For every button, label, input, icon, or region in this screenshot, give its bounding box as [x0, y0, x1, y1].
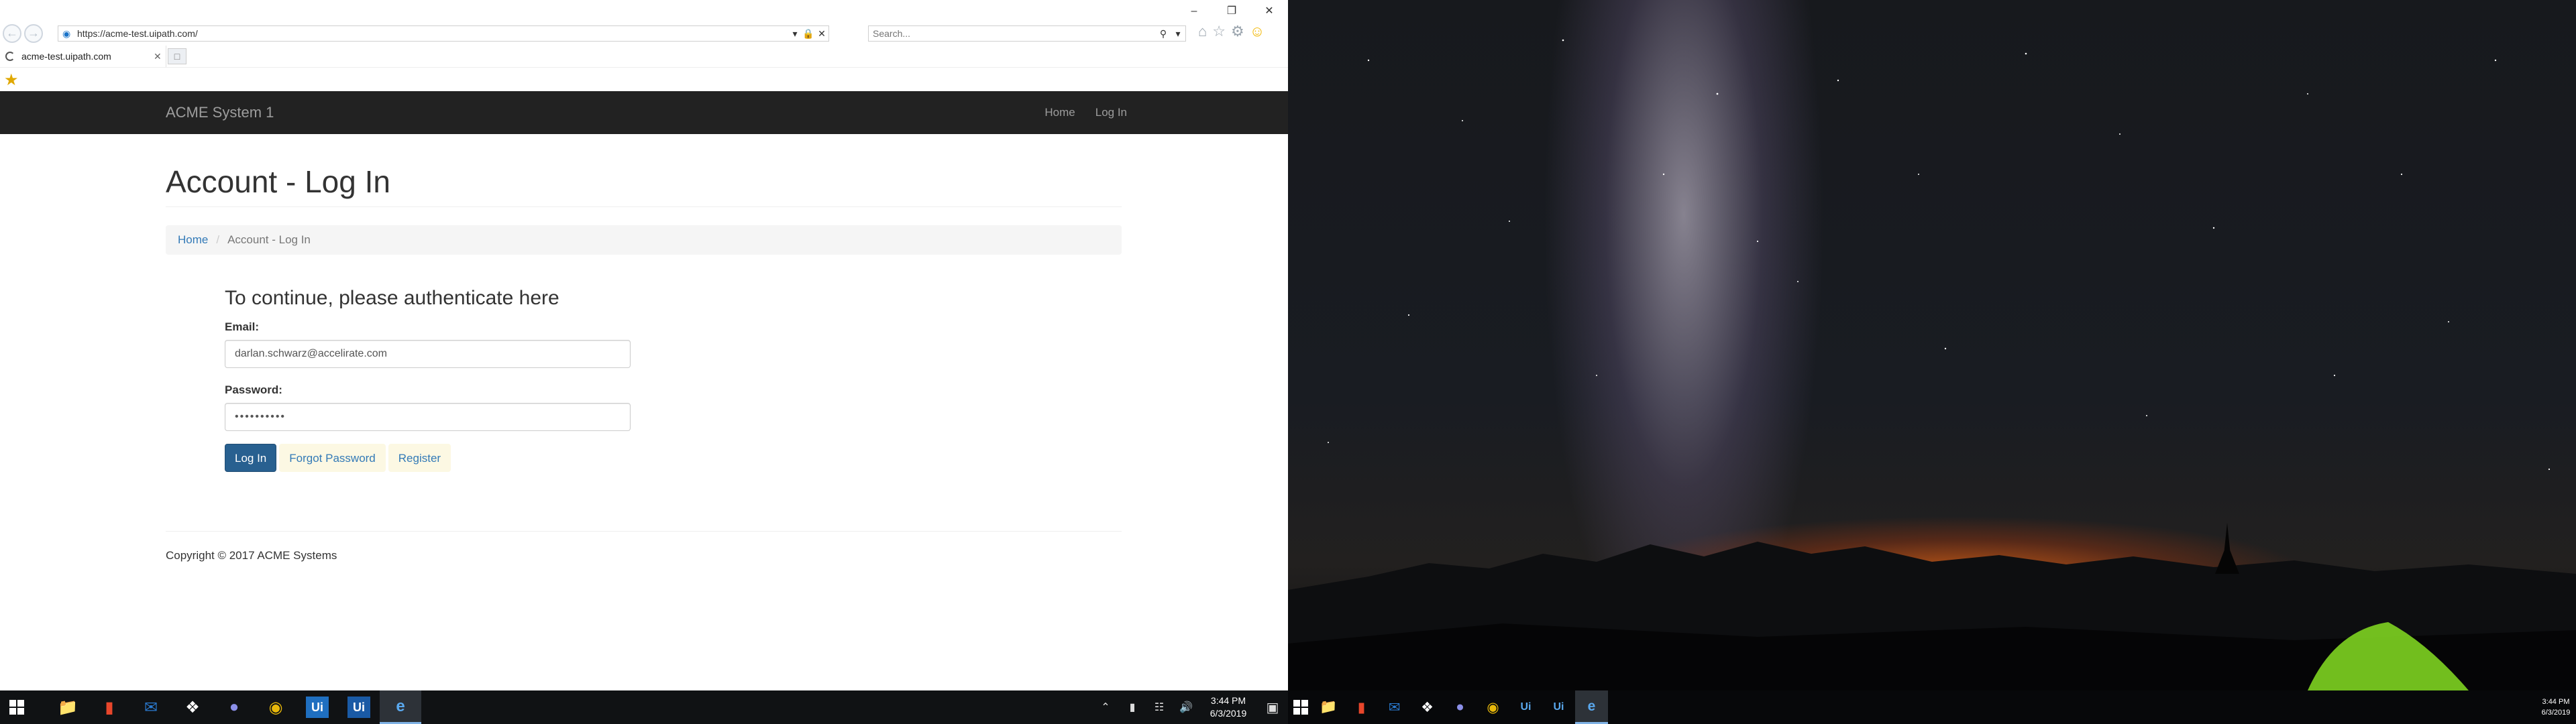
- home-icon[interactable]: ⌂: [1198, 23, 1207, 40]
- dropbox-icon[interactable]: ❖: [1411, 690, 1444, 724]
- favorites-star-icon[interactable]: ☆: [1212, 23, 1226, 40]
- browser-nav: ← →: [3, 24, 43, 43]
- action-center-icon[interactable]: ▣: [1257, 699, 1288, 716]
- loading-spinner-icon: [5, 52, 15, 61]
- tab-title: acme-test.uipath.com: [21, 51, 111, 62]
- taskbar-left: 📁 ▮ ✉ ❖ ● ◉ Ui Ui e ⌃ ▮ ☷ 🔊 3:44 PM 6/3/…: [0, 690, 1288, 724]
- back-arrow-icon[interactable]: ←: [3, 24, 21, 43]
- stop-icon[interactable]: ✕: [815, 28, 828, 40]
- volume-icon[interactable]: 🔊: [1173, 701, 1199, 714]
- lock-icon[interactable]: 🔒: [802, 28, 815, 40]
- nav-login-link[interactable]: Log In: [1095, 91, 1127, 134]
- add-favorite-star-icon[interactable]: ★: [4, 70, 19, 90]
- breadcrumb-home-link[interactable]: Home: [178, 233, 208, 247]
- wallpaper-stars: [1328, 39, 2551, 471]
- chrome-icon[interactable]: ◉: [1477, 690, 1509, 724]
- outlook-icon[interactable]: ✉: [1378, 690, 1411, 724]
- search-icon[interactable]: ⚲: [1156, 28, 1171, 40]
- uipath-robot-icon[interactable]: Ui: [347, 697, 370, 718]
- outlook-icon[interactable]: ✉: [130, 690, 172, 724]
- dropbox-icon[interactable]: ❖: [172, 690, 213, 724]
- favorites-bar: ★: [0, 67, 1288, 91]
- taskbar-pinned-apps: 📁 ▮ ✉ ❖ ● ◉ Ui Ui e: [1312, 690, 1608, 724]
- heading-divider: [166, 206, 1122, 207]
- login-form-buttons: Log In Forgot Password Register: [225, 444, 451, 472]
- address-bar[interactable]: ◉ https://acme-test.uipath.com/ ▾ 🔒 ✕: [58, 25, 829, 42]
- windows-start-icon[interactable]: [1293, 700, 1308, 715]
- forward-arrow-icon[interactable]: →: [24, 24, 43, 43]
- taskbar-clock[interactable]: 3:44 PM 6/3/2019: [2536, 697, 2576, 718]
- file-explorer-icon[interactable]: 📁: [1312, 690, 1345, 724]
- right-monitor-desktop: 📁 ▮ ✉ ❖ ● ◉ Ui Ui e 3:44 PM 6/3/2019: [1288, 0, 2576, 724]
- search-box[interactable]: ⚲ ▾: [868, 25, 1186, 42]
- breadcrumb-separator: /: [216, 233, 220, 246]
- login-button[interactable]: Log In: [225, 444, 277, 472]
- password-field[interactable]: [225, 403, 631, 431]
- wallpaper-landscape: [1288, 39, 2576, 724]
- web-page: ACME System 1 Home Log In Account - Log …: [0, 91, 1288, 690]
- system-tray: ⌃ ▮ ☷ 🔊 3:44 PM 6/3/2019 ▣: [1092, 690, 1288, 724]
- site-navbar: ACME System 1 Home Log In: [0, 91, 1288, 134]
- page-title: Account - Log In: [166, 164, 390, 199]
- breadcrumb: Home / Account - Log In: [166, 225, 1122, 255]
- taskbar-right: 📁 ▮ ✉ ❖ ● ◉ Ui Ui e 3:44 PM 6/3/2019: [1288, 690, 2576, 724]
- internet-explorer-icon[interactable]: e: [1575, 690, 1608, 724]
- nav-home-link[interactable]: Home: [1044, 91, 1075, 134]
- breadcrumb-current: Account - Log In: [227, 233, 311, 246]
- teams-icon[interactable]: ●: [1444, 690, 1477, 724]
- clock-date: 6/3/2019: [1210, 708, 1247, 719]
- page-favicon-icon: ◉: [62, 28, 71, 39]
- battery-icon[interactable]: ▮: [1119, 701, 1146, 714]
- browser-toolbar: ← → ◉ https://acme-test.uipath.com/ ▾ 🔒 …: [0, 0, 1288, 67]
- show-hidden-icons-chevron-icon[interactable]: ⌃: [1092, 701, 1119, 714]
- internet-explorer-icon[interactable]: e: [380, 690, 421, 724]
- wallpaper-pine-tree: [2215, 523, 2239, 574]
- tab-acme[interactable]: acme-test.uipath.com ✕: [0, 46, 166, 67]
- register-button[interactable]: Register: [388, 444, 451, 472]
- left-monitor: ← → ◉ https://acme-test.uipath.com/ ▾ 🔒 …: [0, 0, 1288, 724]
- system-tray: 3:44 PM 6/3/2019: [2536, 690, 2576, 724]
- minimize-icon[interactable]: –: [1175, 0, 1213, 23]
- tab-close-icon[interactable]: ✕: [154, 51, 166, 62]
- site-nav-links: Home Log In: [1044, 91, 1127, 134]
- tab-strip: acme-test.uipath.com ✕ □: [0, 46, 1288, 67]
- login-form-title: To continue, please authenticate here: [225, 287, 559, 309]
- office-icon[interactable]: ▮: [89, 690, 130, 724]
- taskbar-clock[interactable]: 3:44 PM 6/3/2019: [1199, 695, 1257, 720]
- uipath-studio-icon[interactable]: Ui: [1509, 690, 1542, 724]
- password-label: Password:: [225, 383, 282, 396]
- browser-command-icons: ⌂ ☆ ⚙ ☺: [1198, 23, 1265, 40]
- windows-start-icon[interactable]: [9, 700, 24, 715]
- dropdown-arrow-icon[interactable]: ▾: [788, 28, 802, 40]
- file-explorer-icon[interactable]: 📁: [47, 690, 89, 724]
- search-dropdown-icon[interactable]: ▾: [1171, 28, 1185, 40]
- new-tab-button[interactable]: □: [168, 48, 186, 64]
- forgot-password-button[interactable]: Forgot Password: [279, 444, 386, 472]
- teams-icon[interactable]: ●: [213, 690, 255, 724]
- uipath-robot-icon[interactable]: Ui: [1542, 690, 1575, 724]
- footer-copyright: Copyright © 2017 ACME Systems: [166, 549, 337, 562]
- chrome-icon[interactable]: ◉: [255, 690, 297, 724]
- settings-gear-icon[interactable]: ⚙: [1231, 23, 1244, 40]
- close-icon[interactable]: ✕: [1250, 0, 1288, 23]
- clock-time: 3:44 PM: [2542, 698, 2570, 706]
- uipath-studio-icon[interactable]: Ui: [306, 697, 329, 718]
- dual-monitor-desktop: ← → ◉ https://acme-test.uipath.com/ ▾ 🔒 …: [0, 0, 2576, 724]
- site-brand[interactable]: ACME System 1: [166, 91, 274, 134]
- taskbar-pinned-apps: 📁 ▮ ✉ ❖ ● ◉ Ui Ui e: [47, 690, 421, 724]
- address-url[interactable]: https://acme-test.uipath.com/: [77, 28, 788, 39]
- clock-date: 6/3/2019: [2541, 709, 2571, 717]
- search-input[interactable]: [869, 28, 1156, 39]
- email-label: Email:: [225, 320, 260, 333]
- restore-icon[interactable]: ❐: [1213, 0, 1250, 23]
- footer-divider: [166, 531, 1122, 532]
- clock-time: 3:44 PM: [1210, 695, 1246, 706]
- wifi-icon[interactable]: ☷: [1146, 701, 1173, 714]
- email-field[interactable]: [225, 340, 631, 368]
- feedback-smiley-icon[interactable]: ☺: [1250, 23, 1265, 40]
- office-icon[interactable]: ▮: [1345, 690, 1378, 724]
- window-controls: – ❐ ✕: [1175, 0, 1288, 23]
